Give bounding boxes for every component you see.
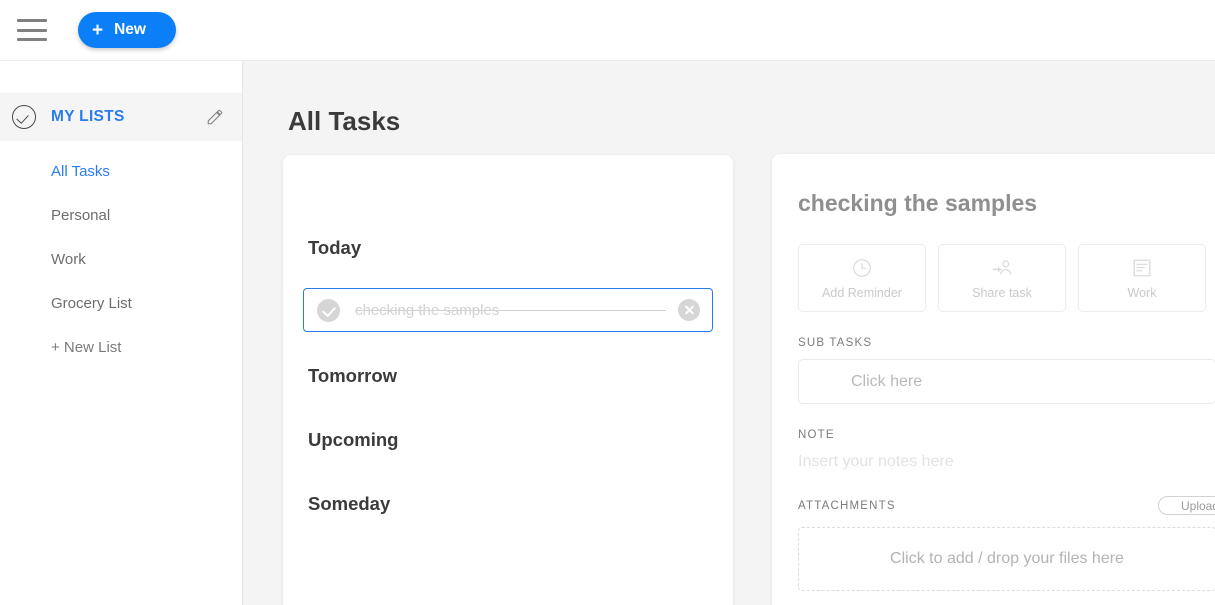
hamburger-line — [17, 28, 47, 32]
sidebar-item-label: Personal — [51, 206, 111, 224]
list-category-label: Work — [1127, 285, 1157, 300]
sidebar-item-work[interactable]: Work — [0, 237, 243, 281]
check-circle-icon — [12, 105, 36, 129]
sidebar-item-label: Grocery List — [51, 294, 132, 312]
sidebar-item-label: Work — [51, 250, 86, 268]
share-task-button[interactable]: Share task — [938, 244, 1066, 312]
section-header-upcoming: Upcoming — [308, 429, 399, 450]
note-lines-icon — [1133, 259, 1151, 276]
add-reminder-button[interactable]: Add Reminder — [798, 244, 926, 312]
attachments-label: ATTACHMENTS — [798, 499, 896, 512]
new-button-label: New — [114, 21, 146, 38]
sidebar: MY LISTS All Tasks Personal Work Grocery… — [0, 60, 243, 605]
sidebar-item-all-tasks[interactable]: All Tasks — [0, 149, 243, 193]
attachments-header: ATTACHMENTS Upload — [798, 496, 1215, 515]
main-content: All Tasks Today checking the samples Tom… — [243, 60, 1215, 605]
hamburger-menu-icon[interactable] — [17, 19, 47, 41]
detail-title: checking the samples — [798, 190, 1038, 216]
hamburger-line — [17, 19, 47, 22]
task-list-card: Today checking the samples Tomorrow Upco… — [283, 155, 733, 605]
top-bar: + New — [0, 0, 1215, 60]
upload-button[interactable]: Upload — [1158, 496, 1215, 515]
sidebar-item-label: All Tasks — [51, 162, 110, 180]
detail-action-cards: Add Reminder Share task Work — [798, 244, 1215, 312]
sidebar-item-grocery-list[interactable]: Grocery List — [0, 281, 243, 325]
share-task-label: Share task — [972, 285, 1032, 300]
sidebar-nav: All Tasks Personal Work Grocery List + N… — [0, 149, 243, 369]
task-row[interactable]: checking the samples — [303, 288, 713, 332]
list-category-button[interactable]: Work — [1078, 244, 1206, 312]
close-circle-icon[interactable] — [678, 299, 700, 321]
app-root: + New MY LISTS All Tasks Personal Work G… — [0, 0, 1215, 605]
sidebar-item-label: + New List — [51, 338, 122, 356]
my-lists-label: MY LISTS — [51, 108, 125, 125]
new-button[interactable]: + New — [78, 12, 176, 48]
hamburger-line — [17, 38, 47, 41]
sidebar-item-personal[interactable]: Personal — [0, 193, 243, 237]
check-circle-filled-icon[interactable] — [317, 298, 340, 322]
sub-tasks-label: SUB TASKS — [798, 337, 873, 349]
section-header-tomorrow: Tomorrow — [308, 365, 398, 386]
note-label: NOTE — [798, 429, 835, 441]
note-section: NOTE Insert your notes here — [798, 429, 1215, 471]
sub-task-placeholder: Click here — [851, 372, 923, 390]
add-reminder-label: Add Reminder — [822, 285, 902, 300]
page-title: All Tasks — [288, 106, 401, 136]
sidebar-item-new-list[interactable]: + New List — [0, 325, 243, 369]
my-lists-header[interactable]: MY LISTS — [0, 93, 242, 141]
plus-icon: + — [92, 19, 104, 41]
section-header-today: Today — [308, 237, 362, 258]
attachment-dropzone[interactable]: Click to add / drop your files here — [798, 527, 1215, 591]
section-header-someday: Someday — [308, 493, 391, 514]
pencil-icon[interactable] — [206, 108, 224, 126]
note-input[interactable]: Insert your notes here — [798, 453, 1215, 471]
sub-task-input[interactable]: Click here — [798, 359, 1215, 404]
task-detail-panel: checking the samples Add Reminder Share … — [772, 154, 1215, 605]
task-title: checking the samples — [355, 302, 666, 319]
clock-icon — [853, 258, 871, 277]
share-person-icon — [992, 259, 1012, 274]
